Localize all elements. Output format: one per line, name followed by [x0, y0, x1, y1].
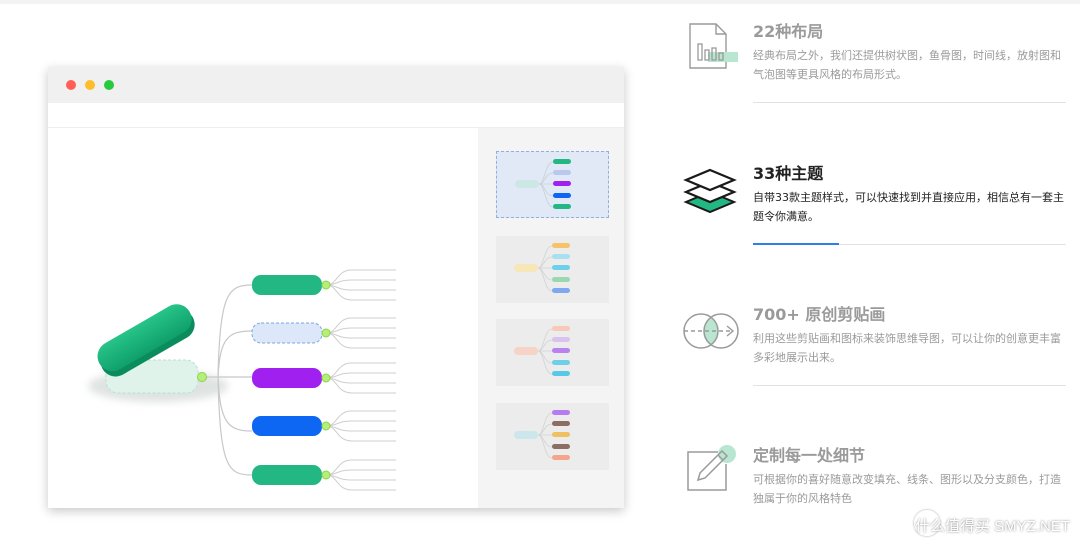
feature-title: 700+ 原创剪贴画 [753, 305, 886, 324]
feature-themes[interactable]: 33种主题 自带33款主题样式，可以快速找到并直接应用，相信总有一套主题令你满意… [680, 160, 1070, 250]
feature-divider [753, 385, 1066, 386]
venn-clipart-icon [680, 301, 742, 363]
theme-preview-4 [514, 410, 570, 460]
close-dot[interactable] [66, 80, 76, 90]
app-window-preview [48, 67, 624, 508]
feature-title: 定制每一处细节 [753, 446, 866, 465]
theme-preview-3 [514, 326, 570, 376]
branch-node-4[interactable] [252, 416, 322, 436]
feature-description: 利用这些剪贴画和图标来装饰思维导图，可以让你的创意更丰富多彩地展示出来。 [753, 332, 1061, 364]
root-connector-dot [197, 372, 207, 382]
feature-progress-bar [753, 243, 839, 245]
branch-connector-dots [321, 280, 331, 480]
feature-cliparts[interactable]: 700+ 原创剪贴画 利用这些剪贴画和图标来装饰思维导图，可以让你的创意更丰富多… [680, 301, 1070, 391]
branch-node-5[interactable] [252, 465, 322, 485]
theme-panel [478, 128, 624, 508]
minimize-dot[interactable] [85, 80, 95, 90]
feature-description: 可根据你的喜好随意改变填充、线条、图形以及分支颜色，打造独属于你的风格特色 [753, 473, 1061, 505]
leaf-connectors [325, 269, 396, 491]
edit-pencil-icon [680, 442, 742, 504]
mindmap-canvas[interactable] [48, 128, 478, 508]
layout-chart-icon [680, 18, 742, 80]
feature-description: 经典布局之外，我们还提供树状图，鱼骨图，时间线，放射图和气泡图等更具风格的布局形… [753, 49, 1061, 81]
branch-node-1[interactable] [252, 275, 322, 295]
watermark-text: 什么值得买 SMYZ.NET [914, 518, 1070, 535]
theme-thumbnail-3[interactable] [496, 319, 609, 386]
theme-thumbnail-2[interactable] [496, 236, 609, 303]
layers-theme-icon [680, 160, 742, 222]
feature-title: 33种主题 [753, 164, 824, 183]
window-toolbar [48, 103, 624, 128]
branch-node-2[interactable] [251, 322, 323, 344]
window-titlebar [48, 67, 624, 103]
theme-thumbnail-4[interactable] [496, 403, 609, 470]
top-strip [0, 0, 1080, 4]
maximize-dot[interactable] [104, 80, 114, 90]
branch-list [251, 275, 323, 485]
feature-title: 22种布局 [753, 22, 824, 41]
feature-divider [753, 102, 1066, 103]
theme-thumbnail-1[interactable] [496, 151, 609, 218]
theme-preview-2 [514, 243, 570, 293]
branch-node-3[interactable] [252, 368, 322, 388]
mindmap-diagram [88, 269, 396, 491]
feature-description: 自带33款主题样式，可以快速找到并直接应用，相信总有一套主题令你满意。 [753, 191, 1064, 223]
feature-layouts[interactable]: 22种布局 经典布局之外，我们还提供树状图，鱼骨图，时间线，放射图和气泡图等更具… [680, 18, 1070, 108]
theme-preview-1 [515, 159, 571, 209]
